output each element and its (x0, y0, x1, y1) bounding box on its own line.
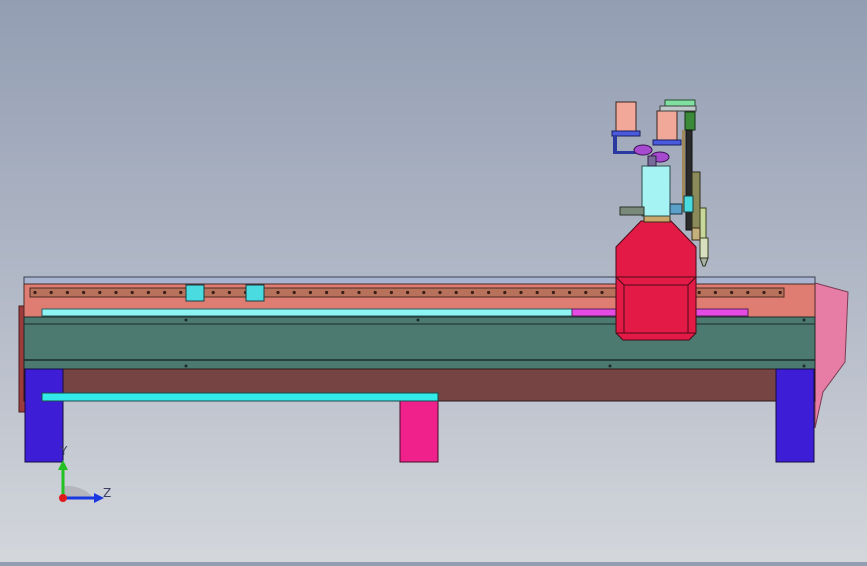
rail-hole (406, 290, 410, 295)
rail-hole (179, 290, 183, 295)
rail-hole (762, 290, 766, 295)
tool-holder (699, 207, 707, 239)
leg-middle (399, 396, 439, 463)
rail-hole (130, 290, 134, 295)
gantry-box (615, 276, 697, 341)
rail-hole (454, 290, 458, 295)
rail-hole (551, 290, 556, 295)
cad-viewport[interactable]: Y Z (0, 0, 867, 562)
motor-left (615, 101, 637, 133)
rail-hole (730, 290, 734, 295)
rail-hole (146, 290, 150, 295)
gantry-hood (615, 220, 697, 278)
machine-drawing: Y Z (18, 99, 849, 503)
rail-hole (82, 290, 86, 295)
rail-hole (389, 290, 393, 295)
rail-hole (600, 290, 604, 295)
gear-assembly (633, 144, 653, 156)
lower-cyan-bar (41, 392, 439, 402)
rail-carriage (245, 284, 265, 302)
rail-hole (746, 290, 750, 295)
rail-hole (211, 290, 215, 295)
rail-hole (438, 290, 442, 295)
rail-hole (422, 290, 426, 295)
rail-hole (114, 290, 118, 295)
rail-hole (697, 290, 701, 295)
z-axis-label: Z (103, 486, 111, 500)
rail-hole (49, 290, 53, 295)
y-axis-label: Y (59, 444, 68, 458)
rail-hole (163, 290, 167, 295)
rail-hole (325, 290, 329, 295)
rail-hole (503, 290, 507, 295)
rail-hole (487, 290, 491, 295)
leg-left (24, 368, 64, 463)
rail-hole (65, 290, 69, 295)
rail-hole (341, 290, 345, 295)
rail-hole (357, 290, 361, 295)
rail-hole (276, 290, 280, 295)
rail-hole (713, 290, 718, 295)
rail-hole (778, 290, 782, 295)
motor-right (656, 110, 678, 142)
rail-hole (584, 290, 588, 295)
rail-hole (568, 290, 572, 295)
spindle-column (643, 215, 671, 223)
coordinate-axes-icon (58, 460, 104, 503)
cyan-guide-bar (41, 308, 617, 317)
rail-hole (227, 290, 231, 295)
rail-hole (519, 290, 523, 295)
rail-hole (308, 290, 312, 295)
rail-hole (33, 290, 37, 295)
rail-hole (98, 290, 102, 295)
rail-hole (535, 290, 539, 295)
leg-right (775, 368, 815, 463)
spindle-body (641, 165, 671, 217)
torch-tip (699, 237, 709, 259)
top-cap-green (664, 99, 696, 107)
vertical-slide (684, 111, 696, 131)
rail-hole (470, 290, 474, 295)
rail-hole (292, 290, 296, 295)
rail-hole (373, 290, 377, 295)
side-arm (619, 206, 645, 216)
rail-carriage (185, 284, 205, 302)
end-plate (814, 282, 849, 429)
